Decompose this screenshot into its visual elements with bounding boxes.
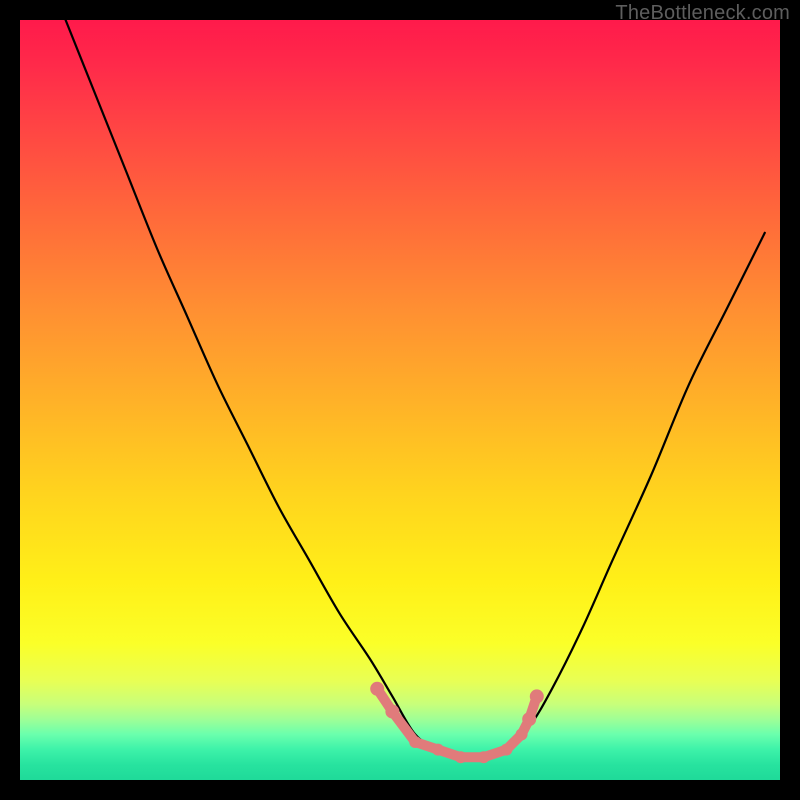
trough-bead: [432, 744, 444, 756]
trough-bead: [409, 736, 421, 748]
trough-bead: [516, 728, 528, 740]
curve-layer: [20, 20, 780, 780]
trough-bead: [530, 689, 544, 703]
chart-frame: TheBottleneck.com: [0, 0, 800, 800]
trough-bead-connector: [377, 689, 537, 757]
trough-bead: [522, 712, 536, 726]
trough-bead: [385, 705, 399, 719]
trough-bead: [478, 751, 490, 763]
plot-area: [20, 20, 780, 780]
trough-beads: [370, 682, 544, 763]
trough-bead: [370, 682, 384, 696]
trough-bead: [500, 744, 512, 756]
trough-bead: [455, 751, 467, 763]
bottleneck-curve: [66, 20, 765, 758]
